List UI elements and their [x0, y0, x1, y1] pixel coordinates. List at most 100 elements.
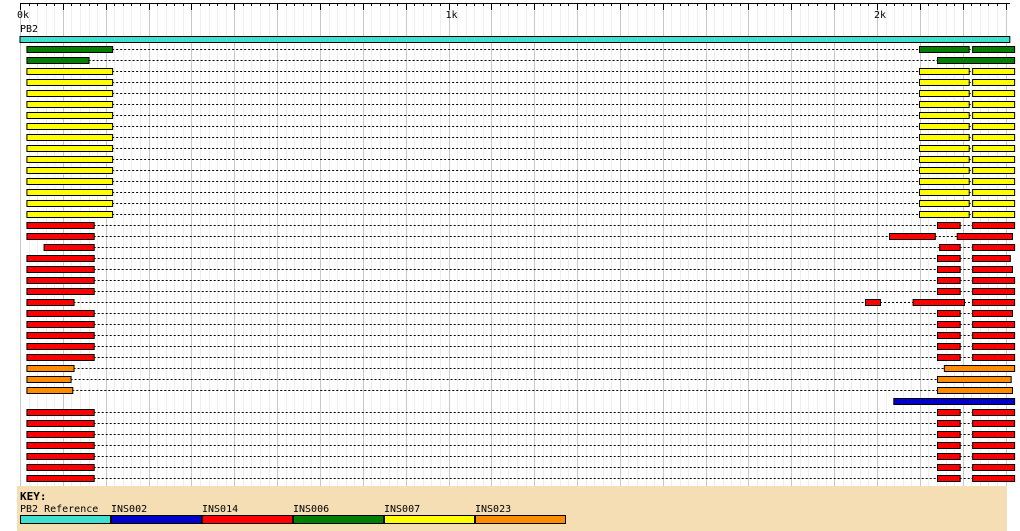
track-row	[26, 332, 1016, 339]
read-segment	[936, 464, 961, 471]
read-segment	[972, 200, 1016, 207]
read-segment	[936, 332, 961, 339]
read-segment	[972, 167, 1016, 174]
read-segment	[972, 255, 1011, 262]
read-segment	[918, 167, 970, 174]
track-row	[26, 156, 1016, 163]
read-segment	[918, 134, 970, 141]
read-segment	[26, 266, 95, 273]
read-segment	[936, 266, 961, 273]
read-segment	[972, 431, 1016, 438]
axis-tick-label: 0k	[17, 10, 29, 21]
reference-bar	[19, 36, 1011, 43]
read-segment	[912, 299, 965, 306]
track-row	[26, 343, 1016, 350]
read-segment	[26, 46, 114, 53]
read-segment	[26, 189, 114, 196]
key-item-swatch	[111, 515, 202, 524]
read-segment	[936, 354, 961, 361]
read-segment	[956, 233, 1013, 240]
track-row	[26, 145, 1016, 152]
read-segment	[972, 299, 1016, 306]
read-segment	[43, 244, 95, 251]
key-item-label: INS006	[293, 504, 330, 515]
read-segment	[26, 255, 95, 262]
read-segment	[936, 475, 961, 482]
read-segment	[26, 90, 114, 97]
track-row	[26, 431, 1016, 438]
key-item-swatch	[20, 515, 111, 524]
read-segment	[26, 387, 74, 394]
track-row	[26, 123, 1016, 130]
read-segment	[936, 343, 961, 350]
read-segment	[918, 189, 970, 196]
track-row	[26, 167, 1016, 174]
read-segment	[972, 277, 1016, 284]
read-segment	[918, 200, 970, 207]
read-segment	[26, 79, 114, 86]
key-item-label: INS007	[384, 504, 421, 515]
read-segment	[26, 222, 95, 229]
track-row	[26, 354, 1016, 361]
read-segment	[918, 68, 970, 75]
track-row	[26, 442, 1016, 449]
read-segment	[972, 409, 1016, 416]
reference-label: PB2	[20, 24, 38, 35]
read-segment	[936, 376, 1012, 383]
read-segment	[972, 244, 1016, 251]
read-segment	[26, 321, 95, 328]
track-row	[26, 321, 1016, 328]
read-segment	[26, 376, 72, 383]
read-segment	[936, 387, 1013, 394]
read-segment	[936, 453, 961, 460]
axis-tick-label: 2k	[874, 10, 886, 21]
read-segment	[26, 57, 90, 64]
key-item-label: INS014	[202, 504, 239, 515]
read-segment	[936, 409, 961, 416]
read-segment	[972, 112, 1016, 119]
read-segment	[918, 112, 970, 119]
read-segment	[26, 442, 95, 449]
read-segment	[918, 145, 970, 152]
read-segment	[972, 321, 1016, 328]
key-item: PB2 Reference	[20, 504, 111, 524]
read-segment	[936, 310, 961, 317]
track-row	[893, 398, 1016, 405]
read-segment	[972, 464, 1016, 471]
read-segment	[972, 123, 1016, 130]
key-item-label: INS023	[475, 504, 512, 515]
key-item: INS006	[293, 504, 384, 524]
read-segment	[972, 79, 1016, 86]
read-segment	[972, 145, 1016, 152]
key-panel: KEY: PB2 Reference INS002 INS014 INS006 INS0…	[17, 486, 1007, 531]
track-row	[26, 222, 1016, 229]
read-segment	[26, 288, 95, 295]
read-segment	[26, 464, 95, 471]
read-segment	[865, 299, 881, 306]
read-segment	[972, 343, 1016, 350]
read-segment	[936, 277, 961, 284]
read-segment	[972, 453, 1016, 460]
track-row	[26, 475, 1016, 482]
read-segment	[26, 101, 114, 108]
track-row	[26, 57, 1016, 64]
track-row	[26, 277, 1016, 284]
track-row	[26, 288, 1016, 295]
track-row	[26, 178, 1016, 185]
read-segment	[26, 365, 75, 372]
read-segment	[936, 442, 961, 449]
read-segment	[918, 178, 970, 185]
read-segment	[943, 365, 1016, 372]
read-segment	[26, 68, 114, 75]
read-segment	[26, 211, 114, 218]
track-row	[26, 211, 1016, 218]
axis-tick-label: 1k	[446, 10, 458, 21]
read-segment	[936, 431, 961, 438]
read-segment	[936, 255, 961, 262]
read-segment	[972, 266, 1013, 273]
read-segment	[972, 420, 1016, 427]
read-segment	[936, 57, 1016, 64]
read-segment	[972, 178, 1016, 185]
read-segment	[972, 288, 1016, 295]
key-item-swatch	[293, 515, 384, 524]
